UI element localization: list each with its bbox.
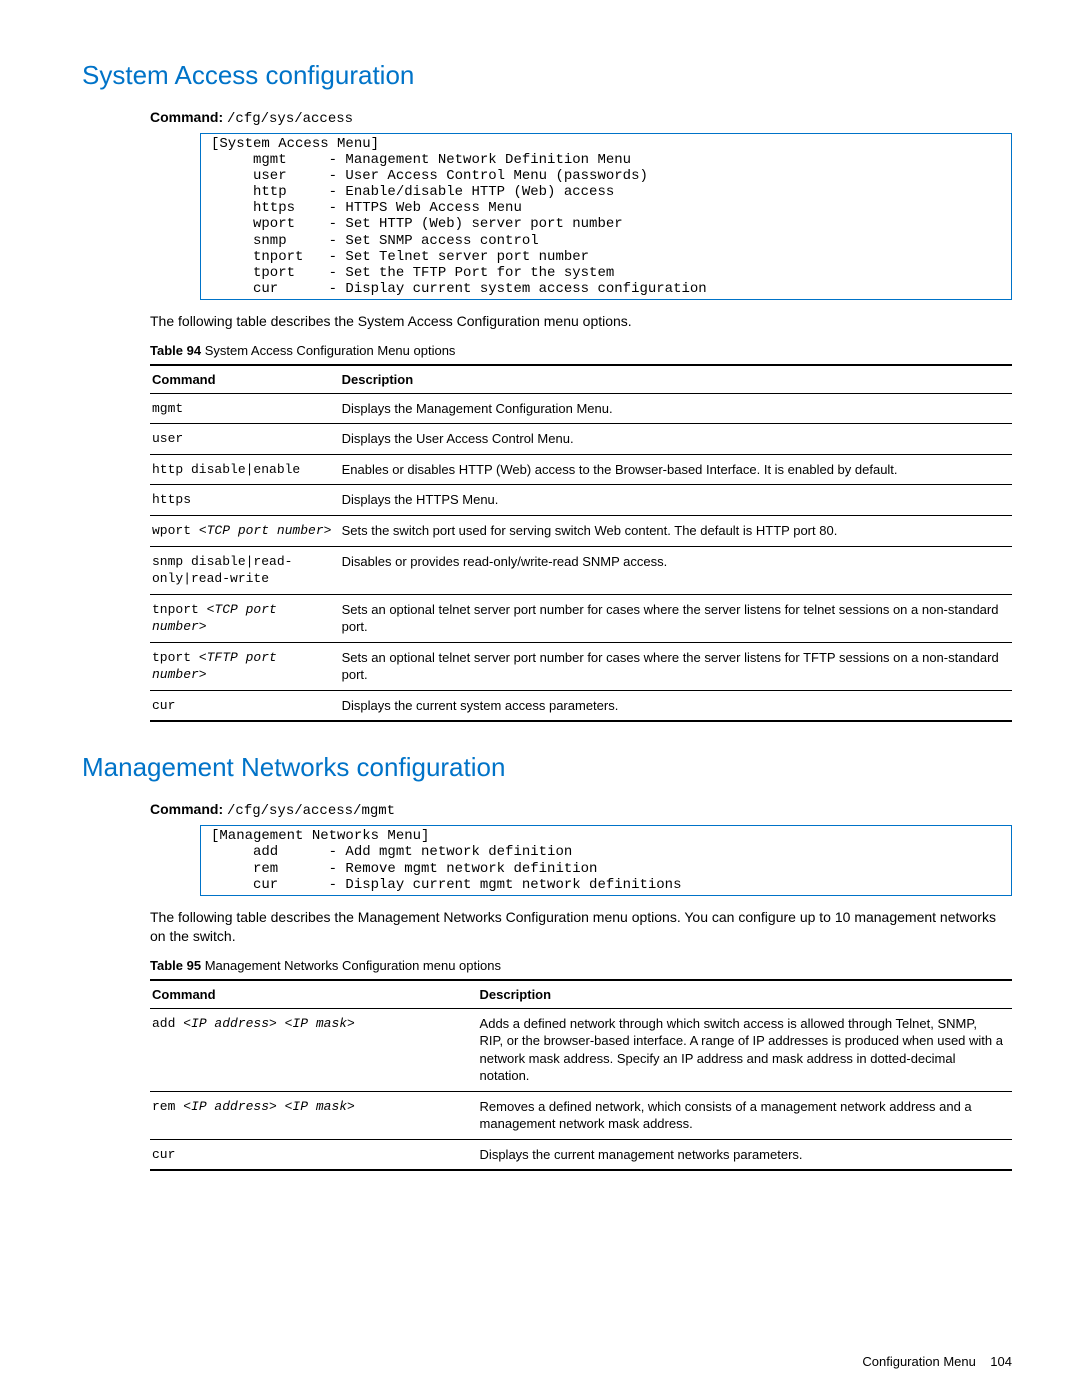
command-path: /cfg/sys/access/mgmt [227, 803, 395, 819]
desc-cell: Adds a defined network through which swi… [478, 1008, 1012, 1091]
desc-cell: Displays the current system access param… [340, 690, 1012, 721]
table-row: http disable|enableEnables or disables H… [150, 454, 1012, 485]
table-header-command: Command [150, 365, 340, 394]
table-header-description: Description [340, 365, 1012, 394]
intro-para-1: The following table describes the System… [150, 312, 1012, 331]
table-row: httpsDisplays the HTTPS Menu. [150, 485, 1012, 516]
table-row: mgmtDisplays the Management Configuratio… [150, 393, 1012, 424]
table-row: tnport <TCP port number>Sets an optional… [150, 594, 1012, 642]
cmd-cell: cur [150, 690, 340, 721]
cmd-cell: mgmt [150, 393, 340, 424]
table-caption-95: Table 95 Management Networks Configurati… [150, 958, 1012, 973]
table-row: curDisplays the current system access pa… [150, 690, 1012, 721]
desc-cell: Displays the Management Configuration Me… [340, 393, 1012, 424]
table-95: Command Description add <IP address> <IP… [150, 979, 1012, 1172]
section-heading-mgmt: Management Networks configuration [82, 752, 1012, 783]
cmd-cell: https [150, 485, 340, 516]
desc-cell: Displays the User Access Control Menu. [340, 424, 1012, 455]
desc-cell: Displays the current management networks… [478, 1139, 1012, 1170]
desc-cell: Sets an optional telnet server port numb… [340, 642, 1012, 690]
table-94: Command Description mgmtDisplays the Man… [150, 364, 1012, 723]
desc-cell: Sets the switch port used for serving sw… [340, 516, 1012, 547]
cmd-cell: tport <TFTP port number> [150, 642, 340, 690]
command-line-1: Command: /cfg/sys/access [150, 109, 1012, 127]
desc-cell: Disables or provides read-only/write-rea… [340, 546, 1012, 594]
command-label: Command: [150, 801, 223, 817]
page-footer: Configuration Menu 104 [862, 1354, 1012, 1369]
table-row: tport <TFTP port number>Sets an optional… [150, 642, 1012, 690]
footer-section: Configuration Menu [862, 1354, 975, 1369]
table-label: Table 94 [150, 343, 201, 358]
intro-para-2: The following table describes the Manage… [150, 908, 1012, 946]
code-box-system-access: [System Access Menu] mgmt - Management N… [200, 133, 1012, 300]
table-title: Management Networks Configuration menu o… [205, 958, 501, 973]
table-row: rem <IP address> <IP mask>Removes a defi… [150, 1091, 1012, 1139]
table-row: userDisplays the User Access Control Men… [150, 424, 1012, 455]
footer-page: 104 [990, 1354, 1012, 1369]
command-path: /cfg/sys/access [227, 111, 353, 127]
cmd-cell: add <IP address> <IP mask> [150, 1008, 478, 1091]
table-title: System Access Configuration Menu options [205, 343, 456, 358]
desc-cell: Removes a defined network, which consist… [478, 1091, 1012, 1139]
table-row: add <IP address> <IP mask>Adds a defined… [150, 1008, 1012, 1091]
desc-cell: Displays the HTTPS Menu. [340, 485, 1012, 516]
command-label: Command: [150, 109, 223, 125]
table-row: curDisplays the current management netwo… [150, 1139, 1012, 1170]
cmd-cell: snmp disable|read-only|read-write [150, 546, 340, 594]
cmd-cell: wport <TCP port number> [150, 516, 340, 547]
table-caption-94: Table 94 System Access Configuration Men… [150, 343, 1012, 358]
table-row: snmp disable|read-only|read-writeDisable… [150, 546, 1012, 594]
command-line-2: Command: /cfg/sys/access/mgmt [150, 801, 1012, 819]
code-box-mgmt-networks: [Management Networks Menu] add - Add mgm… [200, 825, 1012, 895]
cmd-cell: tnport <TCP port number> [150, 594, 340, 642]
desc-cell: Sets an optional telnet server port numb… [340, 594, 1012, 642]
table-header-command: Command [150, 980, 478, 1009]
section-heading-access: System Access configuration [82, 60, 1012, 91]
table-label: Table 95 [150, 958, 201, 973]
table-header-description: Description [478, 980, 1012, 1009]
cmd-cell: rem <IP address> <IP mask> [150, 1091, 478, 1139]
cmd-cell: cur [150, 1139, 478, 1170]
cmd-cell: http disable|enable [150, 454, 340, 485]
cmd-cell: user [150, 424, 340, 455]
table-row: wport <TCP port number>Sets the switch p… [150, 516, 1012, 547]
desc-cell: Enables or disables HTTP (Web) access to… [340, 454, 1012, 485]
